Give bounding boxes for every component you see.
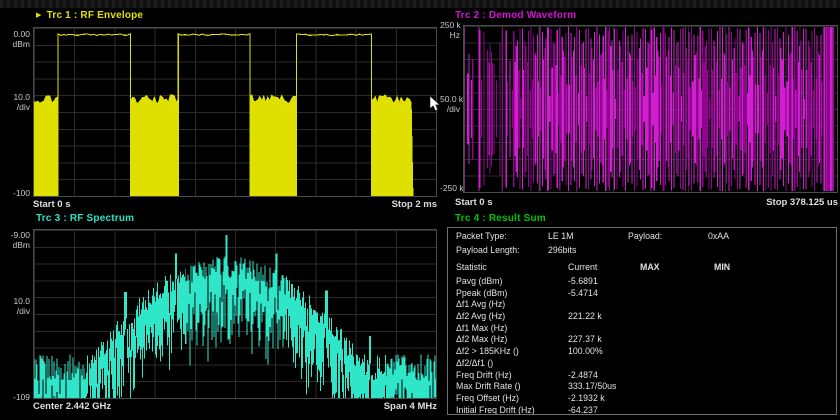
stat-current-value: -2.1932 k	[568, 393, 605, 403]
y-axis-ref-label-trc1: 0.00 dBm	[0, 30, 30, 49]
y-div-unit: /div	[0, 103, 30, 113]
panel-title-text-trc4: Trc 4 : Result Sum	[455, 213, 546, 224]
stat-row: Δf2 > 185KHz () 100.00%	[456, 346, 836, 358]
x-axis-labels-trc1: Start 0 s Stop 2 ms	[33, 199, 437, 210]
panel-title-trc3[interactable]: Trc 3 : RF Spectrum	[36, 213, 134, 224]
x-stop-label-trc1: Stop 2 ms	[392, 199, 437, 210]
stat-label: Δf1 Avg (Hz)	[456, 299, 505, 309]
panel-result-sum: Trc 4 : Result Sum Packet Type: LE 1M Pa…	[440, 213, 840, 420]
statistics-rows: Pavg (dBm) -5.6891 Ppeak (dBm) -5.4714 Δf1 A…	[456, 276, 836, 415]
spectrum-trace	[34, 235, 436, 398]
y-bottom-value: -109	[0, 393, 30, 403]
packet-type-label: Packet Type:	[456, 231, 507, 241]
signal-analyzer-screen: ▶Trc 1 : RF Envelope 0.00 dBm 10.0 /div …	[0, 0, 840, 420]
y-axis-ref-label-trc2: 250 k Hz	[440, 21, 460, 40]
stat-row: Δf2 Avg (Hz) 221.22 k	[456, 311, 836, 323]
col-current: Current	[568, 262, 597, 272]
stat-row: Ppeak (dBm) -5.4714	[456, 288, 836, 300]
packet-info-row: Packet Type: LE 1M Payload: 0xAA	[456, 231, 836, 245]
envelope-noise-trace	[34, 95, 413, 196]
stat-label: Δf2 Max (Hz)	[456, 334, 507, 344]
stat-label: Δf2 Avg (Hz)	[456, 311, 505, 321]
x-axis-labels-trc2: Start 0 s Stop 378.125 us	[455, 197, 838, 208]
y-ref-unit: dBm	[0, 241, 30, 251]
y-axis-bottom-label-trc2: -250 k	[440, 184, 460, 194]
y-axis-bottom-label-trc3: -109	[0, 393, 30, 403]
packet-type-value: LE 1M	[548, 231, 573, 241]
envelope-plot-area[interactable]	[33, 27, 437, 197]
stat-current-value: 221.22 k	[568, 311, 602, 321]
stat-label: Freq Drift (Hz)	[456, 370, 512, 380]
panel-title-text-trc3: Trc 3 : RF Spectrum	[36, 213, 134, 224]
stat-row: Δf1 Max (Hz)	[456, 323, 836, 335]
y-ref-unit: dBm	[0, 40, 30, 50]
y-axis-div-label-trc3: 10.0 /div	[0, 297, 30, 316]
stat-label: Δf2 > 185KHz ()	[456, 346, 519, 356]
payload-value: 0xAA	[708, 231, 729, 241]
result-summary-table: Packet Type: LE 1M Payload: 0xAA Payload…	[447, 227, 837, 415]
mouse-cursor-icon	[430, 96, 441, 112]
stat-label: Freq Offset (Hz)	[456, 393, 519, 403]
col-max: MAX	[640, 262, 660, 272]
stat-row: Freq Offset (Hz) -2.1932 k	[456, 393, 836, 405]
stat-current-value: -5.4714	[568, 288, 598, 298]
stat-label: Δf1 Max (Hz)	[456, 323, 507, 333]
panel-rf-envelope: ▶Trc 1 : RF Envelope 0.00 dBm 10.0 /div …	[0, 8, 440, 213]
y-bottom-value: -250 k	[440, 184, 460, 194]
stat-label: Ppeak (dBm)	[456, 288, 507, 298]
stat-current-value: 333.17/50us	[568, 381, 616, 391]
y-bottom-value: -100	[0, 189, 30, 199]
stat-current-value: -5.6891	[568, 276, 598, 286]
stat-row: Pavg (dBm) -5.6891	[456, 276, 836, 288]
demod-plot-area[interactable]	[463, 25, 838, 193]
payload-length-value: 296bits	[548, 245, 576, 255]
stat-label: Initial Freq Drift (Hz)	[456, 405, 535, 415]
panel-title-trc1[interactable]: ▶ Trc 1 : RF Envelope	[36, 10, 143, 21]
stat-row: Initial Freq Drift (Hz) -64.237	[456, 405, 836, 415]
stat-label: Max Drift Rate ()	[456, 381, 521, 391]
x-start-label-trc1: Start 0 s	[33, 199, 71, 210]
panel-title-text-trc1: Trc 1 : RF Envelope	[47, 10, 144, 21]
x-stop-label-trc2: Stop 378.125 us	[766, 197, 838, 208]
y-axis-bottom-label-trc1: -100	[0, 189, 30, 199]
x-span-label-trc3: Span 4 MHz	[384, 401, 437, 412]
stat-row: Max Drift Rate () 333.17/50us	[456, 381, 836, 393]
stat-label: Pavg (dBm)	[456, 276, 502, 286]
y-axis-div-label-trc1: 10.0 /div	[0, 93, 30, 112]
stat-current-value: -64.237	[568, 405, 598, 415]
stat-current-value: 227.37 k	[568, 334, 602, 344]
y-div-unit: /div	[0, 307, 30, 317]
panel-title-trc4[interactable]: Trc 4 : Result Sum	[455, 213, 546, 224]
x-axis-labels-trc3: Center 2.442 GHz Span 4 MHz	[33, 401, 437, 412]
panel-demod-waveform: Trc 2 : Demod Waveform 250 k Hz 50.0 k /…	[440, 8, 840, 213]
stat-row: Freq Drift (Hz) -2.4874	[456, 370, 836, 382]
y-axis-div-label-trc2: 50.0 k /div	[440, 95, 460, 114]
y-div-unit: /div	[440, 105, 460, 115]
stat-row: Δf1 Avg (Hz)	[456, 299, 836, 311]
y-ref-unit: Hz	[440, 31, 460, 41]
window-top-strip	[0, 0, 840, 8]
stat-row: Δf2/Δf1 ()	[456, 358, 836, 370]
statistics-header-row: Statistic Current MAX MIN	[456, 262, 836, 276]
spectrum-plot-area[interactable]	[33, 229, 437, 399]
y-axis-ref-label-trc3: -9.00 dBm	[0, 231, 30, 250]
col-min: MIN	[714, 262, 730, 272]
payload-length-row: Payload Length: 296bits	[456, 245, 836, 259]
stat-row: Δf2 Max (Hz) 227.37 k	[456, 334, 836, 346]
x-start-label-trc2: Start 0 s	[455, 197, 493, 208]
trace-expand-arrow-icon: ▶	[36, 12, 42, 19]
stat-current-value: -2.4874	[568, 370, 598, 380]
payload-label: Payload:	[628, 231, 662, 241]
payload-length-label: Payload Length:	[456, 245, 520, 255]
stat-current-value: 100.00%	[568, 346, 603, 356]
panel-title-trc2[interactable]: Trc 2 : Demod Waveform	[455, 10, 576, 21]
panel-rf-spectrum: Trc 3 : RF Spectrum -9.00 dBm 10.0 /div …	[0, 213, 440, 420]
col-statistic: Statistic	[456, 262, 487, 272]
x-center-label-trc3: Center 2.442 GHz	[33, 401, 111, 412]
envelope-pulse-trace	[58, 34, 371, 196]
panel-title-text-trc2: Trc 2 : Demod Waveform	[455, 10, 576, 21]
stat-label: Δf2/Δf1 ()	[456, 358, 493, 368]
